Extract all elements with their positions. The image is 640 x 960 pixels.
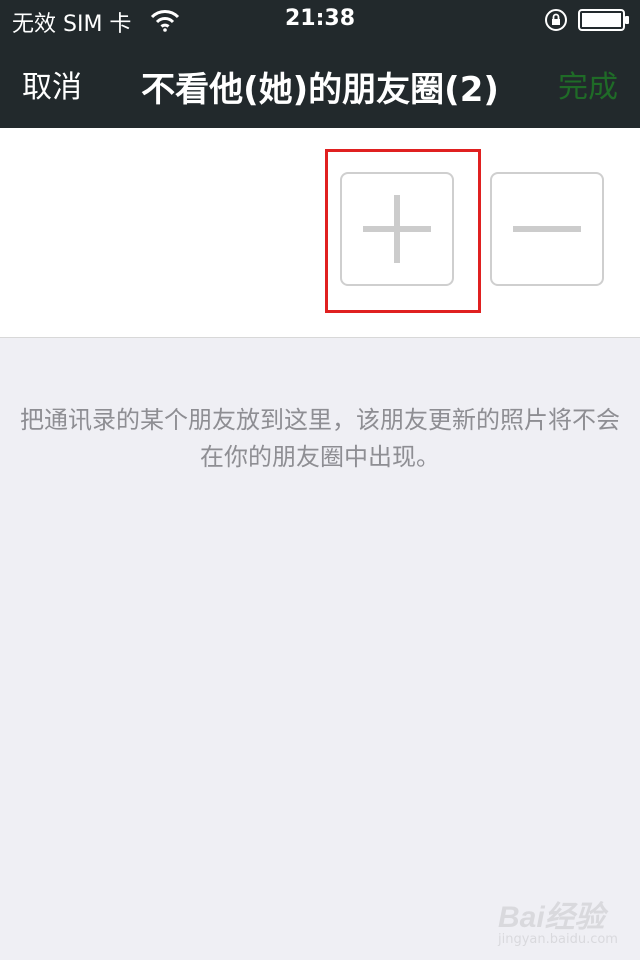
watermark: Bai经验 jingyan.baidu.com — [498, 892, 638, 952]
remove-member-button[interactable] — [490, 172, 604, 286]
orientation-lock-icon — [545, 9, 567, 31]
page-title: 不看他(她)的朋友圈(2) — [141, 70, 499, 110]
watermark-url: jingyan.baidu.com — [498, 932, 618, 947]
highlight-box — [325, 149, 481, 313]
battery-icon — [578, 9, 629, 31]
navigation-bar: 取消 不看他(她)的朋友圈(2) 完成 — [0, 40, 640, 128]
done-button[interactable]: 完成 — [558, 62, 618, 106]
top-bar: 无效 SIM 卡 21:38 取消 不看他(她)的朋友圈(2) 完成 — [0, 0, 640, 128]
watermark-logo: Bai经验 — [498, 901, 605, 934]
member-grid — [0, 128, 640, 338]
status-bar: 无效 SIM 卡 21:38 — [0, 0, 640, 40]
minus-icon — [513, 226, 581, 232]
hint-text: 把通讯录的某个朋友放到这里，该朋友更新的照片将不会在你的朋友圈中出现。 — [20, 406, 620, 471]
